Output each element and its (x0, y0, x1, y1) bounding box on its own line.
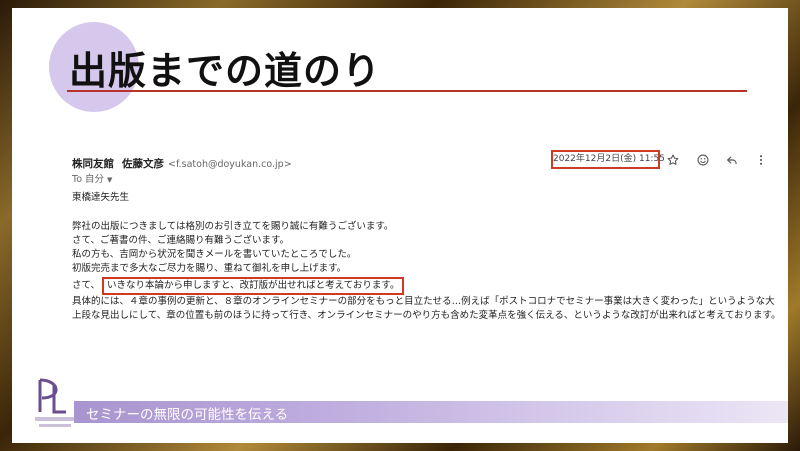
slide: 出版までの道のり 株同友館 佐藤文彦 <f.satoh@doyukan.co.jp>… (12, 8, 788, 443)
highlighted-sentence: いきなり本論から申しますと、改訂版が出せればと考えております。 (102, 276, 405, 295)
email-body: 東橋達矢先生 弊社の出版につきましては格別のお引き立てを賜り誠に有難うございます… (72, 191, 782, 323)
email-line: 私の方も、吉岡から状況を聞きメールを書いていたところでした。 (72, 249, 357, 261)
legend-project-logo (30, 374, 80, 432)
slide-title: 出版までの道のり (69, 49, 382, 93)
email-line: さて、ご著書の件、ご連絡賜り有難うございます。 (72, 234, 290, 246)
recipient-dropdown[interactable]: To 自分 ▼ (72, 171, 112, 185)
email-line: 初版完売まで多大なご尽力を賜り、重ねて御礼を申し上げます。 (72, 263, 347, 275)
email-line: 弊社の出版につきましては格別のお引き立てを賜り誠に有難うございます。 (72, 220, 394, 232)
recipient-label: To 自分 (72, 174, 105, 185)
banner-text: セミナーの無限の可能性を伝える (86, 407, 289, 423)
email-date: 2022年12月2日(金) 11:55 (551, 150, 665, 169)
email-greeting: 東橋達矢先生 (72, 192, 130, 203)
reply-icon[interactable] (725, 153, 739, 167)
emoji-icon[interactable] (696, 153, 710, 167)
email-paragraph: 具体的には、４章の事例の更新と、８章のオンラインセミナーの部分をもっと目立たせる… (72, 295, 781, 322)
line-prefix: さて、 (72, 279, 101, 291)
email-line-highlighted: さて、 いきなり本論から申しますと、改訂版が出せればと考えております。 (72, 276, 782, 295)
email-sender: 株同友館 佐藤文彦 <f.satoh@doyukan.co.jp> (72, 156, 292, 171)
sender-email: <f.satoh@doyukan.co.jp> (168, 159, 292, 170)
sender-name: 佐藤文彦 (122, 158, 164, 170)
bottom-banner: セミナーの無限の可能性を伝える (74, 401, 788, 423)
more-vert-icon[interactable] (754, 153, 768, 167)
chevron-down-icon: ▼ (107, 176, 113, 184)
title-underline (67, 90, 747, 92)
sender-company: 株同友館 (72, 158, 114, 170)
star-icon[interactable] (666, 153, 680, 167)
